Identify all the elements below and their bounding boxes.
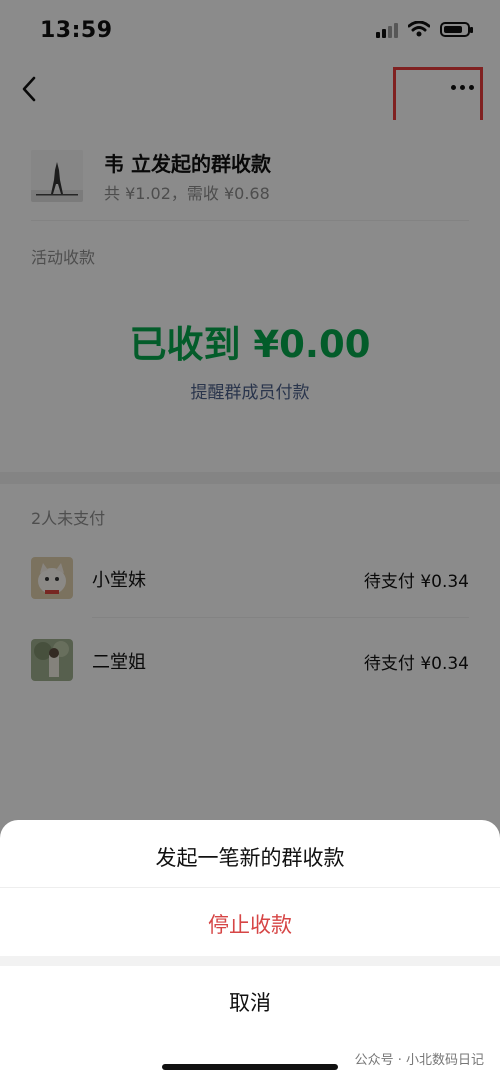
action-sheet: 发起一笔新的群收款 停止收款 取消 公众号 · 小北数码日记 <box>0 820 500 1082</box>
new-group-collection-button[interactable]: 发起一笔新的群收款 <box>0 842 500 872</box>
stop-collection-button[interactable]: 停止收款 <box>0 909 500 939</box>
cancel-button[interactable]: 取消 <box>0 987 500 1017</box>
sheet-gap <box>0 956 500 966</box>
divider <box>0 887 500 888</box>
watermark: 公众号 · 小北数码日记 <box>354 1053 484 1068</box>
home-indicator <box>162 1064 338 1070</box>
